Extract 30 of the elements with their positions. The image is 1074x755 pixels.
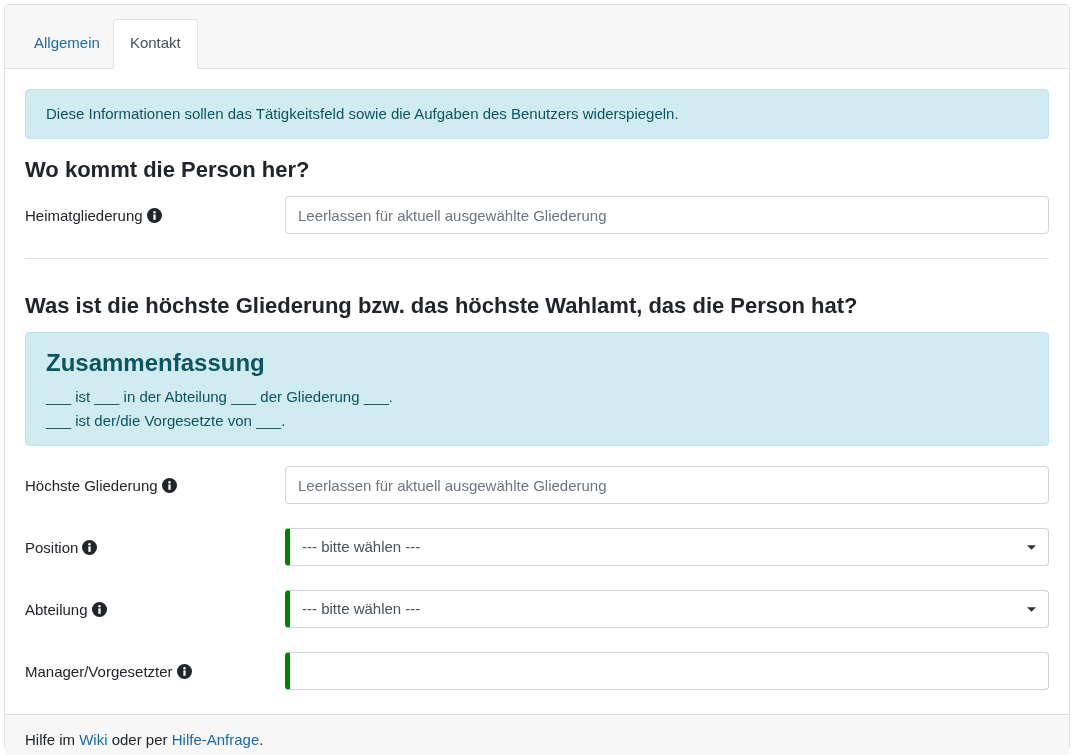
field-label: Heimatgliederung bbox=[25, 207, 143, 224]
field-label: Manager/Vorgesetzter bbox=[25, 663, 173, 680]
info-icon bbox=[82, 540, 98, 555]
select-field[interactable]: --- bitte wählen --- bbox=[285, 528, 1049, 566]
field-label: Position bbox=[25, 539, 79, 556]
field-label: Höchste Gliederung bbox=[25, 477, 158, 494]
summary-line: ___ ist der/die Vorgesetzte von ___. bbox=[46, 411, 287, 431]
info-icon bbox=[176, 664, 192, 679]
help-link[interactable]: Wiki bbox=[79, 731, 108, 748]
tab[interactable]: Allgemein bbox=[21, 19, 113, 68]
info-alert: Diese Informationen sollen das Tätigkeitsfeld sowie die Aufgaben des Benutzers widerspiegeln. bbox=[25, 88, 1049, 139]
select-field[interactable]: --- bitte wählen --- bbox=[285, 590, 1049, 628]
help-link[interactable]: Hilfe-Anfrage bbox=[171, 731, 260, 748]
tab[interactable]: Kontakt bbox=[112, 19, 198, 69]
input-field[interactable]: Leerlassen für aktuell ausgewählte Gliederung bbox=[285, 196, 1049, 234]
select-value: --- bitte wählen --- bbox=[302, 536, 421, 557]
help-text: Hilfe im Wiki oder per Hilfe-Anfrage. bbox=[25, 730, 265, 750]
input-field[interactable]: Leerlassen für aktuell ausgewählte Gliederung bbox=[285, 466, 1049, 504]
summary-line: ___ ist ___ in der Abteilung ___ der Gliederung ___. bbox=[46, 387, 394, 407]
input-field[interactable] bbox=[285, 652, 1049, 690]
info-icon bbox=[91, 602, 107, 617]
caret-icon bbox=[1027, 606, 1036, 612]
select-value: --- bitte wählen --- bbox=[302, 598, 421, 619]
section-heading: Wo kommt die Person her? bbox=[25, 156, 311, 184]
section-heading: Was ist die höchste Gliederung bzw. das höchste Wahlamt, das die Person hat? bbox=[25, 292, 859, 320]
info-icon bbox=[146, 208, 162, 223]
field-label: Abteilung bbox=[25, 601, 88, 618]
summary-title: Zusammenfassung bbox=[46, 348, 266, 378]
caret-icon bbox=[1027, 544, 1036, 550]
info-icon bbox=[161, 478, 177, 493]
